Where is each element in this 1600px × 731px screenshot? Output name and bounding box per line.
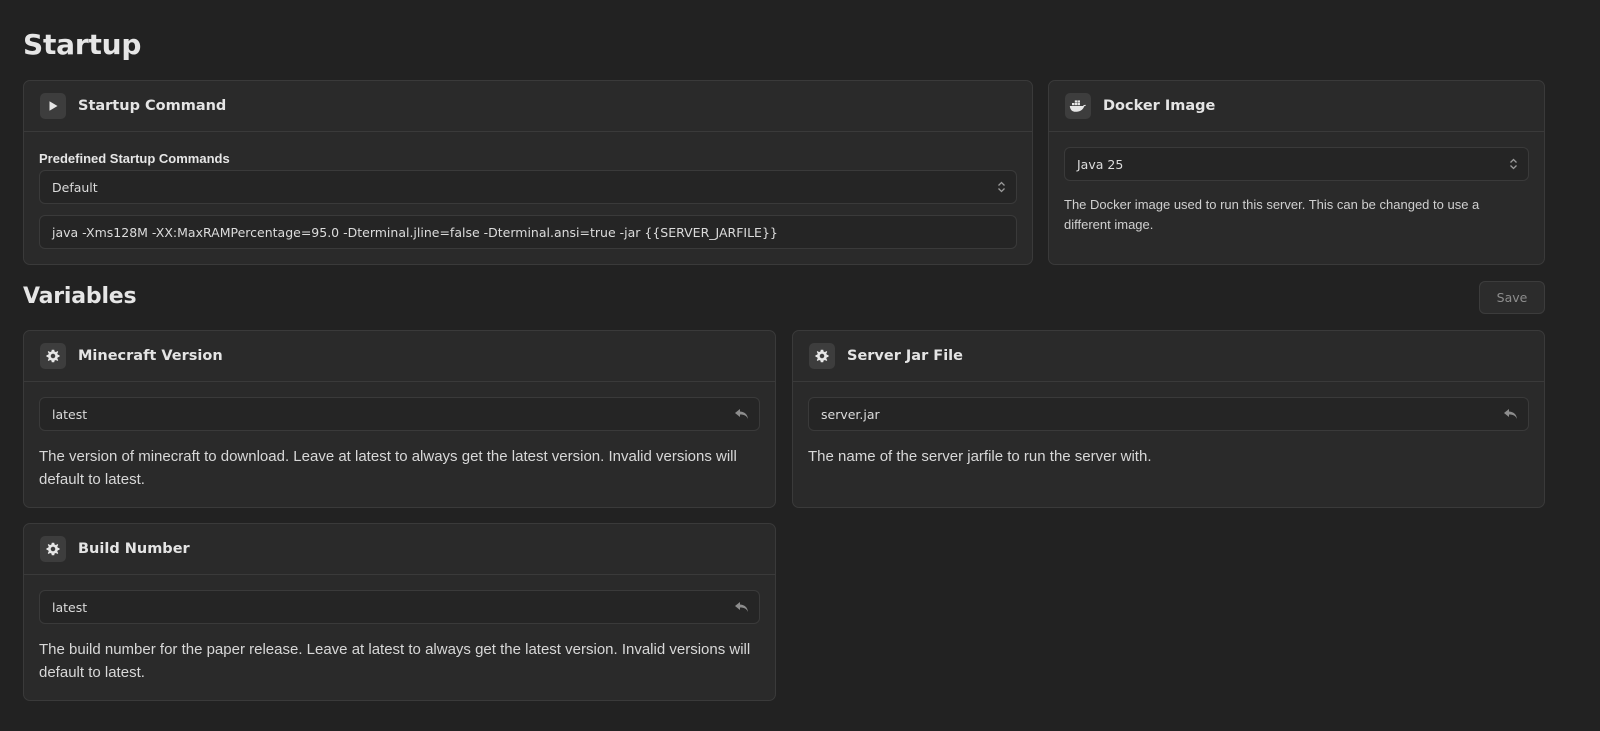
startup-command-value: java -Xms128M -XX:MaxRAMPercentage=95.0 …: [52, 224, 778, 240]
server-jar-file-input[interactable]: server.jar: [808, 397, 1529, 431]
gear-icon: [40, 536, 66, 562]
reset-icon[interactable]: [734, 601, 749, 613]
variable-title: Minecraft Version: [78, 348, 223, 364]
variable-header: Server Jar File: [793, 331, 1544, 382]
reset-icon[interactable]: [734, 408, 749, 420]
variable-header: Build Number: [24, 524, 775, 575]
startup-heading: Startup: [23, 28, 142, 61]
variable-title: Server Jar File: [847, 348, 963, 364]
gear-icon: [40, 343, 66, 369]
docker-image-title: Docker Image: [1103, 98, 1216, 114]
variable-card-build-number: Build Number latest The build number for…: [23, 523, 776, 701]
docker-image-select[interactable]: Java 25: [1064, 147, 1529, 181]
docker-image-header: Docker Image: [1049, 81, 1544, 132]
build-number-value: latest: [52, 599, 88, 615]
variable-card-server-jar-file: Server Jar File server.jar The name of t…: [792, 330, 1545, 508]
docker-image-description: The Docker image used to run this server…: [1064, 197, 1480, 232]
predefined-commands-select[interactable]: Default: [39, 170, 1017, 204]
reset-icon[interactable]: [1503, 408, 1518, 420]
variables-heading: Variables: [23, 284, 137, 309]
play-icon: [40, 93, 66, 119]
predefined-commands-label: Predefined Startup Commands: [39, 151, 230, 166]
variable-card-minecraft-version: Minecraft Version latest The version of …: [23, 330, 776, 508]
predefined-commands-value: Default: [52, 179, 98, 195]
minecraft-version-value: latest: [52, 406, 88, 422]
docker-image-card: Docker Image Java 25 The Docker image us…: [1048, 80, 1545, 265]
docker-image-value: Java 25: [1077, 156, 1124, 172]
startup-command-header: Startup Command: [24, 81, 1032, 132]
variable-description: The name of the server jarfile to run th…: [808, 448, 1152, 465]
variable-header: Minecraft Version: [24, 331, 775, 382]
startup-command-card: Startup Command Predefined Startup Comma…: [23, 80, 1033, 265]
startup-command-title: Startup Command: [78, 98, 227, 114]
server-jar-file-value: server.jar: [821, 406, 880, 422]
build-number-input[interactable]: latest: [39, 590, 760, 624]
variable-description: The version of minecraft to download. Le…: [39, 448, 737, 488]
docker-icon: [1065, 93, 1091, 119]
save-button[interactable]: Save: [1479, 281, 1545, 314]
gear-icon: [809, 343, 835, 369]
startup-command-input[interactable]: java -Xms128M -XX:MaxRAMPercentage=95.0 …: [39, 215, 1017, 249]
select-chevrons-icon: [997, 181, 1006, 193]
variable-description: The build number for the paper release. …: [39, 641, 751, 681]
select-chevrons-icon: [1509, 158, 1518, 170]
minecraft-version-input[interactable]: latest: [39, 397, 760, 431]
variable-title: Build Number: [78, 541, 190, 557]
